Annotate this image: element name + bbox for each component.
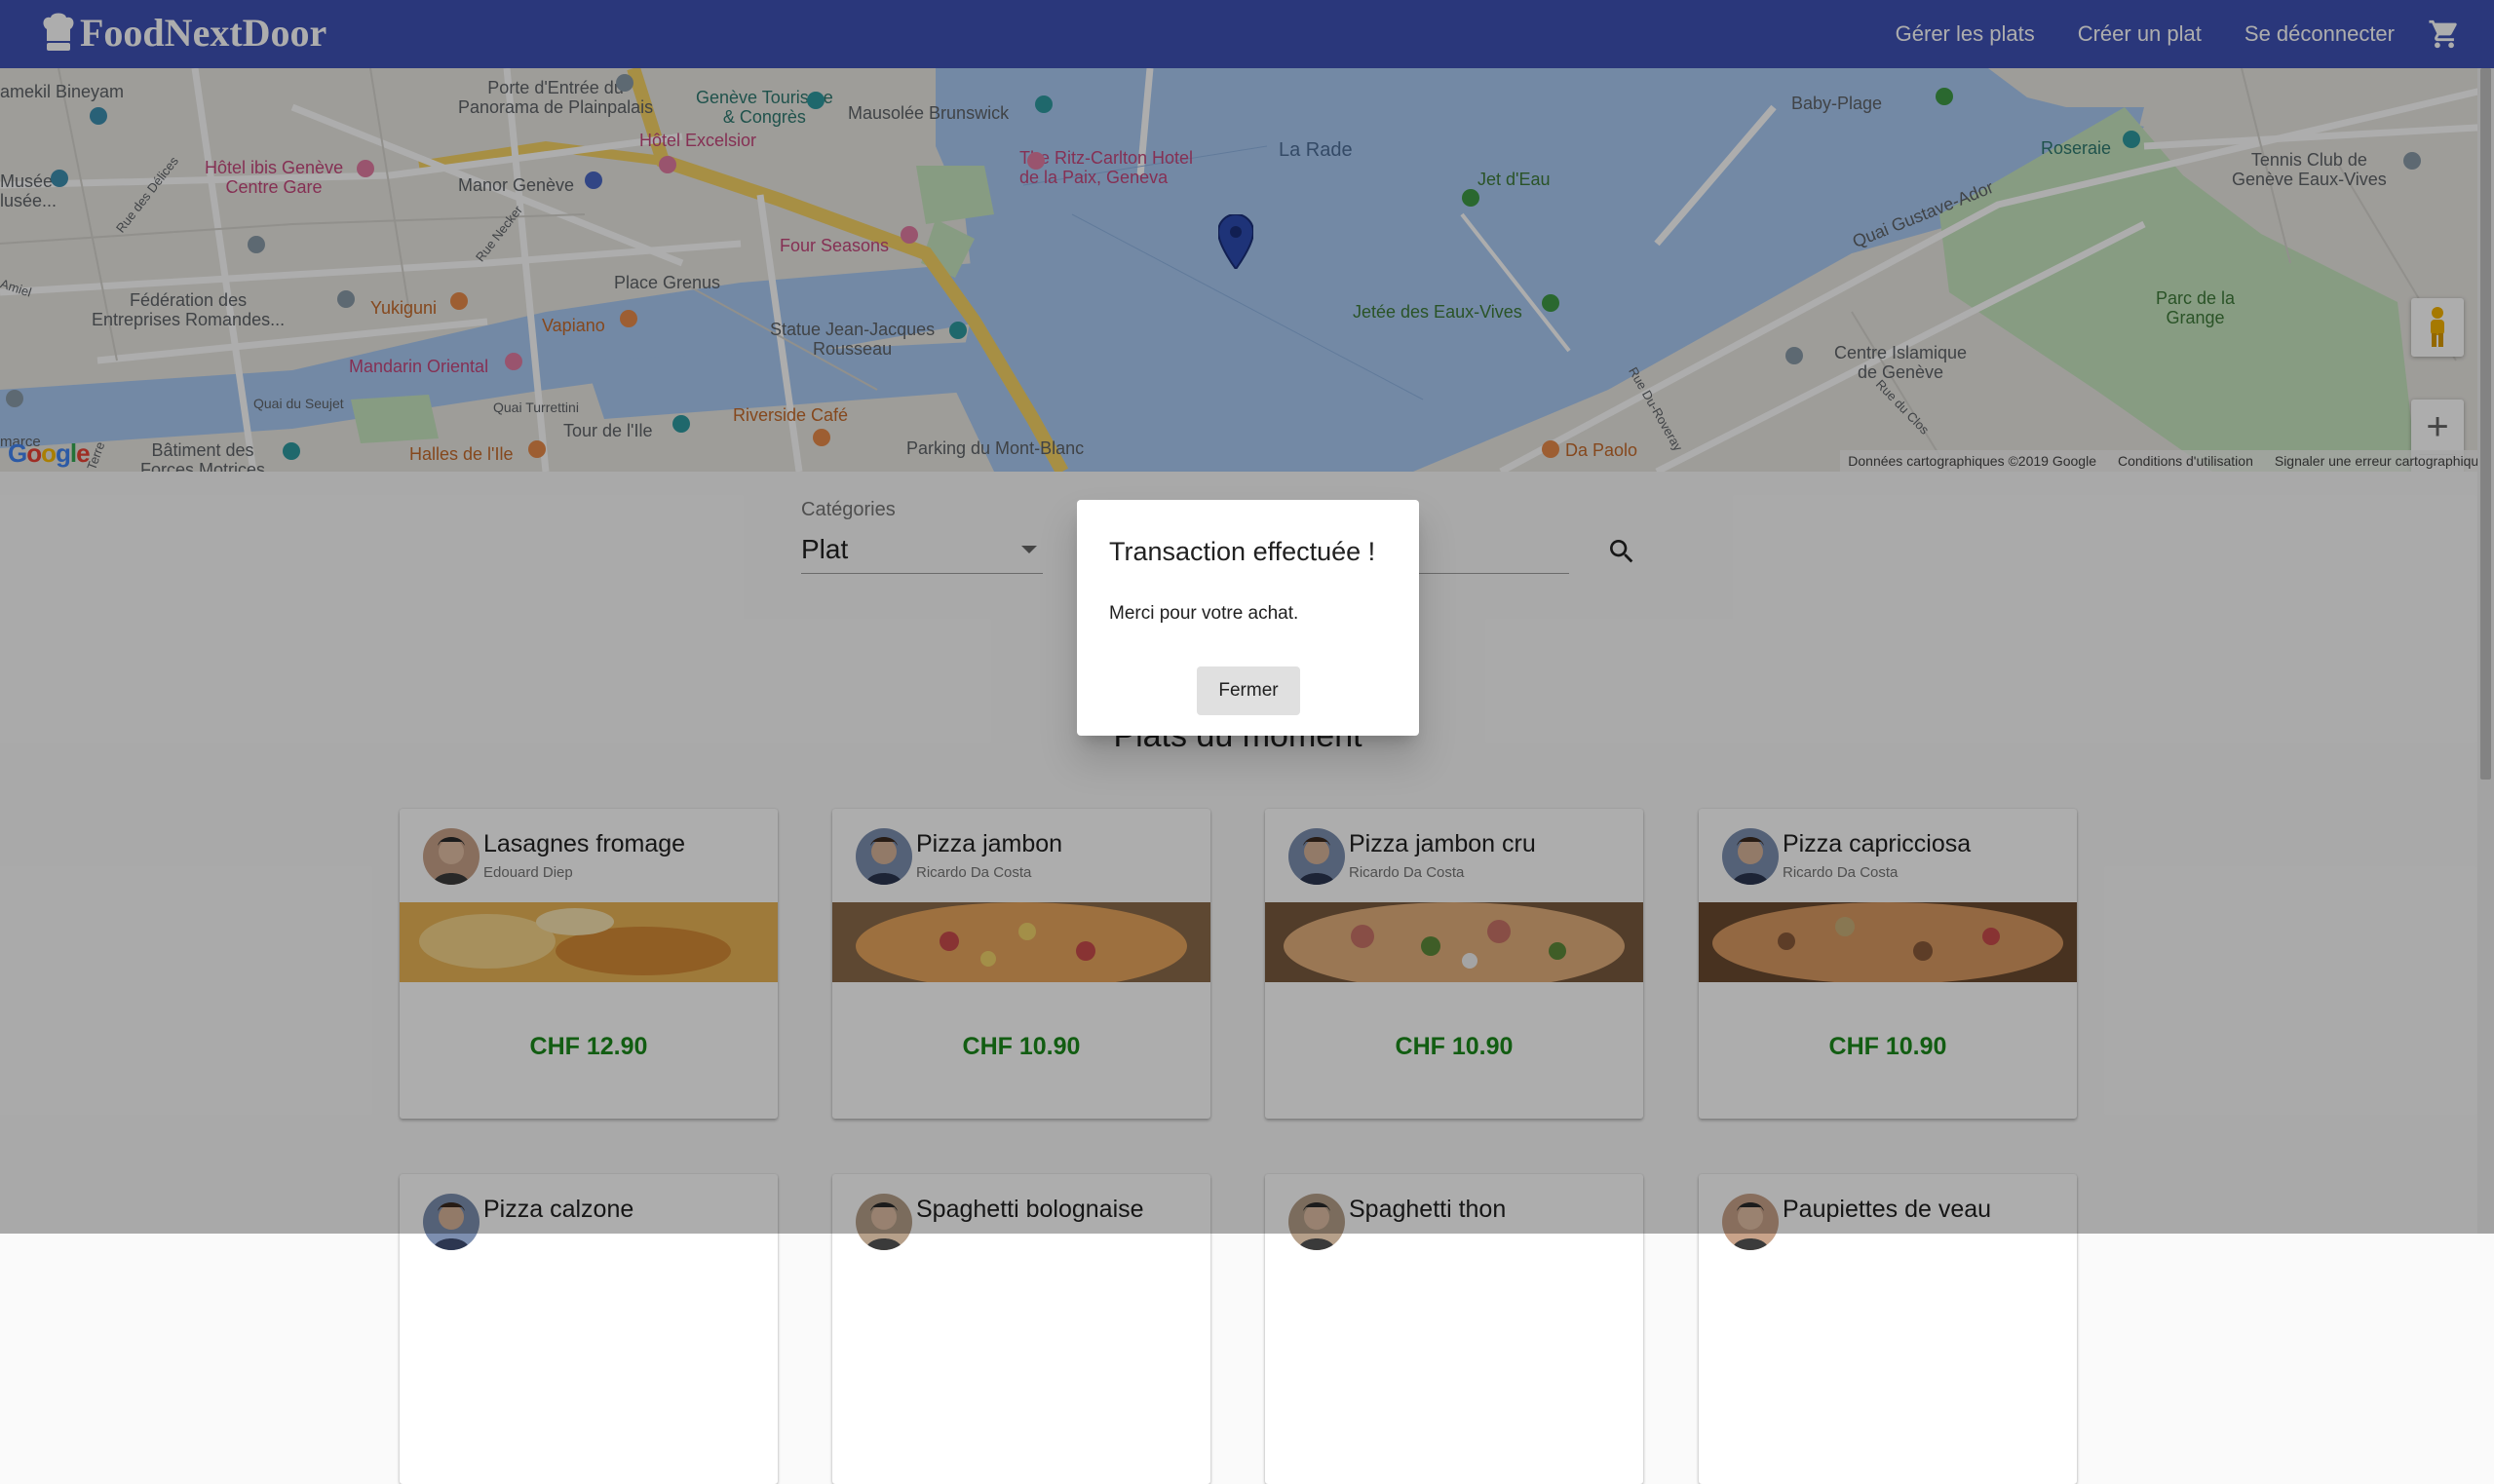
transaction-dialog: Transaction effectuée ! Merci pour votre… xyxy=(1077,500,1419,736)
dialog-message: Merci pour votre achat. xyxy=(1109,603,1299,624)
close-dialog-button[interactable]: Fermer xyxy=(1197,666,1300,715)
dialog-title: Transaction effectuée ! xyxy=(1109,537,1376,566)
